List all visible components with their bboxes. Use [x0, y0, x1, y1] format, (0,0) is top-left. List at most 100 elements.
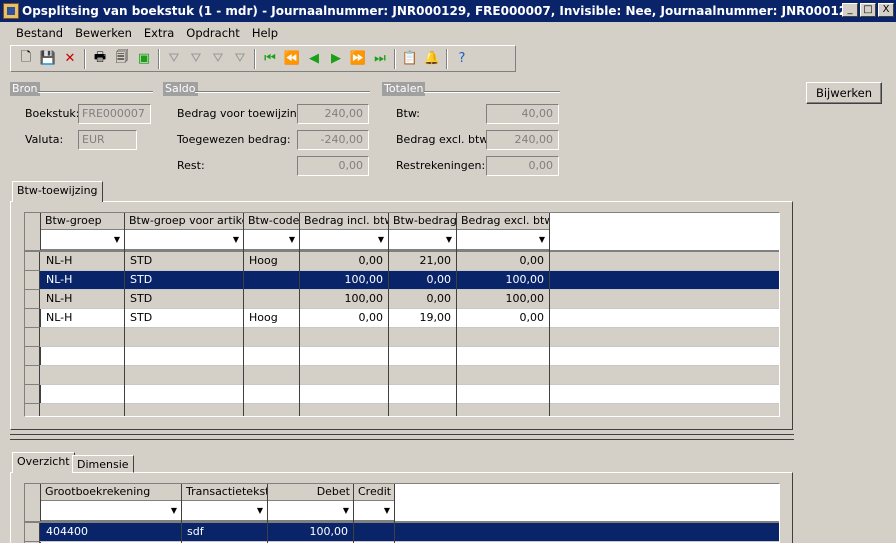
alert-icon[interactable]: 🔔: [421, 48, 443, 70]
table-cell[interactable]: NL-H: [41, 252, 124, 271]
col-btw-code[interactable]: Btw-code: [244, 213, 300, 230]
row-selector[interactable]: [25, 328, 40, 347]
row-selector[interactable]: [25, 404, 40, 416]
filter-btw-groep-artikel[interactable]: ▼: [125, 231, 244, 250]
next-page-icon[interactable]: ⏩: [347, 48, 369, 70]
bijwerken-button[interactable]: Bijwerken: [806, 82, 882, 104]
minimize-button[interactable]: _: [842, 3, 858, 17]
row-selector[interactable]: [25, 271, 40, 290]
col-transactietekst[interactable]: Transactietekst: [182, 484, 268, 501]
col-grootboekrekening[interactable]: Grootboekrekening: [41, 484, 182, 501]
close-button[interactable]: X: [878, 3, 894, 17]
toegewezen-bedrag-field[interactable]: -240,00: [297, 130, 369, 150]
table-cell[interactable]: NL-H: [41, 290, 124, 309]
table-cell[interactable]: Hoog: [244, 309, 299, 328]
empty-row[interactable]: [25, 404, 779, 416]
tab-btw-toewijzing[interactable]: Btw-toewijzing: [12, 181, 103, 202]
table-cell[interactable]: 100,00: [457, 290, 549, 309]
table-cell[interactable]: 0,00: [389, 290, 456, 309]
table-cell[interactable]: 100,00: [300, 271, 388, 290]
table-row[interactable]: 404400 sdf 100,00: [25, 523, 779, 542]
table-cell[interactable]: STD: [125, 309, 243, 328]
filter-selection-icon[interactable]: ⛛: [185, 48, 207, 70]
filter-icon[interactable]: ⛛: [163, 48, 185, 70]
empty-row[interactable]: [25, 385, 779, 404]
clear-filter-icon[interactable]: ⛛: [229, 48, 251, 70]
btw-field[interactable]: 40,00: [486, 104, 559, 124]
save-icon[interactable]: 💾: [37, 48, 59, 70]
table-cell[interactable]: [244, 271, 299, 290]
table-cell[interactable]: 0,00: [457, 252, 549, 271]
restrekeningen-field[interactable]: 0,00: [486, 156, 559, 176]
maximize-button[interactable]: □: [860, 3, 876, 17]
row-selector[interactable]: [25, 290, 40, 309]
menu-help[interactable]: Help: [246, 23, 284, 43]
new-icon[interactable]: 🗋: [15, 48, 37, 70]
row-selector[interactable]: [25, 385, 40, 404]
pane-splitter[interactable]: [10, 434, 794, 440]
bedrag-voor-toewijzing-field[interactable]: 240,00: [297, 104, 369, 124]
menu-opdracht[interactable]: Opdracht: [180, 23, 246, 43]
table-cell[interactable]: STD: [125, 252, 243, 271]
table-row[interactable]: NL-H STD 100,00 0,00 100,00: [25, 271, 779, 290]
col-debet[interactable]: Debet: [268, 484, 354, 501]
row-selector[interactable]: [25, 523, 40, 542]
bedrag-excl-btw-field[interactable]: 240,00: [486, 130, 559, 150]
filter-credit[interactable]: ▼: [354, 502, 395, 521]
tab-dimensie[interactable]: Dimensie: [72, 455, 134, 473]
table-cell[interactable]: [354, 523, 394, 542]
last-record-icon[interactable]: ⏭: [369, 48, 391, 70]
delete-icon[interactable]: ✕: [59, 48, 81, 70]
filter-btw-groep[interactable]: ▼: [41, 231, 125, 250]
help-icon[interactable]: ?: [451, 48, 473, 70]
rest-field[interactable]: 0,00: [297, 156, 369, 176]
boekstuk-field[interactable]: FRE000007: [78, 104, 151, 124]
filter-btw-code[interactable]: ▼: [244, 231, 300, 250]
col-btw-groep[interactable]: Btw-groep: [41, 213, 125, 230]
table-cell[interactable]: 19,00: [389, 309, 456, 328]
filter-bedrag-excl-btw[interactable]: ▼: [457, 231, 550, 250]
first-record-icon[interactable]: ⏮: [259, 48, 281, 70]
filter-bedrag-incl-btw[interactable]: ▼: [300, 231, 389, 250]
table-row[interactable]: NL-H STD 100,00 0,00 100,00: [25, 290, 779, 309]
table-cell[interactable]: 0,00: [389, 271, 456, 290]
filter-debet[interactable]: ▼: [268, 502, 354, 521]
col-btw-groep-artikel[interactable]: Btw-groep voor artikel: [125, 213, 244, 230]
table-cell[interactable]: STD: [125, 271, 243, 290]
previous-page-icon[interactable]: ⏪: [281, 48, 303, 70]
table-cell[interactable]: 0,00: [457, 309, 549, 328]
filter-transactietekst[interactable]: ▼: [182, 502, 268, 521]
col-bedrag-incl-btw[interactable]: Bedrag incl. btw: [300, 213, 389, 230]
next-record-icon[interactable]: ▶: [325, 48, 347, 70]
row-selector[interactable]: [25, 309, 40, 328]
col-btw-bedrag[interactable]: Btw-bedrag: [389, 213, 457, 230]
empty-row[interactable]: [25, 347, 779, 366]
menu-extra[interactable]: Extra: [138, 23, 180, 43]
advanced-filter-icon[interactable]: ⛛: [207, 48, 229, 70]
table-cell[interactable]: 100,00: [300, 290, 388, 309]
row-selector[interactable]: [25, 252, 40, 271]
export-excel-icon[interactable]: ▣: [133, 48, 155, 70]
tab-overzicht[interactable]: Overzicht: [12, 452, 75, 473]
print-icon[interactable]: 🖶: [89, 48, 111, 70]
col-credit[interactable]: Credit: [354, 484, 395, 501]
filter-grootboekrekening[interactable]: ▼: [41, 502, 182, 521]
table-row[interactable]: NL-H STD Hoog 0,00 19,00 0,00: [25, 309, 779, 328]
menu-bestand[interactable]: Bestand: [10, 23, 69, 43]
table-cell[interactable]: 0,00: [300, 309, 388, 328]
table-cell[interactable]: [244, 290, 299, 309]
empty-row[interactable]: [25, 328, 779, 347]
print-preview-icon[interactable]: 🗐: [111, 48, 133, 70]
table-cell[interactable]: 0,00: [300, 252, 388, 271]
document-icon[interactable]: 📋: [399, 48, 421, 70]
col-bedrag-excl-btw[interactable]: Bedrag excl. btw: [457, 213, 550, 230]
table-cell[interactable]: Hoog: [244, 252, 299, 271]
previous-record-icon[interactable]: ◀: [303, 48, 325, 70]
table-cell[interactable]: 100,00: [457, 271, 549, 290]
filter-btw-bedrag[interactable]: ▼: [389, 231, 457, 250]
table-cell[interactable]: 21,00: [389, 252, 456, 271]
row-selector[interactable]: [25, 347, 40, 366]
row-selector[interactable]: [25, 366, 40, 385]
valuta-field[interactable]: EUR: [78, 130, 137, 150]
table-cell[interactable]: NL-H: [41, 309, 124, 328]
